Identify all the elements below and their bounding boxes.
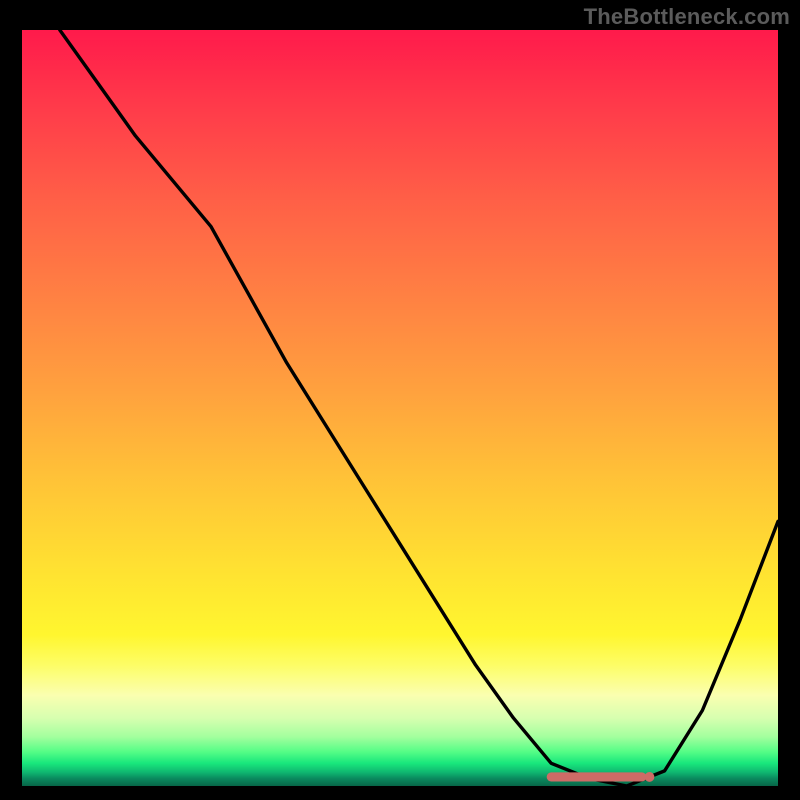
- bottleneck-curve-path: [60, 30, 778, 786]
- watermark-text: TheBottleneck.com: [584, 4, 790, 30]
- bottleneck-curve: [22, 30, 778, 786]
- bottleneck-chart: [22, 30, 778, 786]
